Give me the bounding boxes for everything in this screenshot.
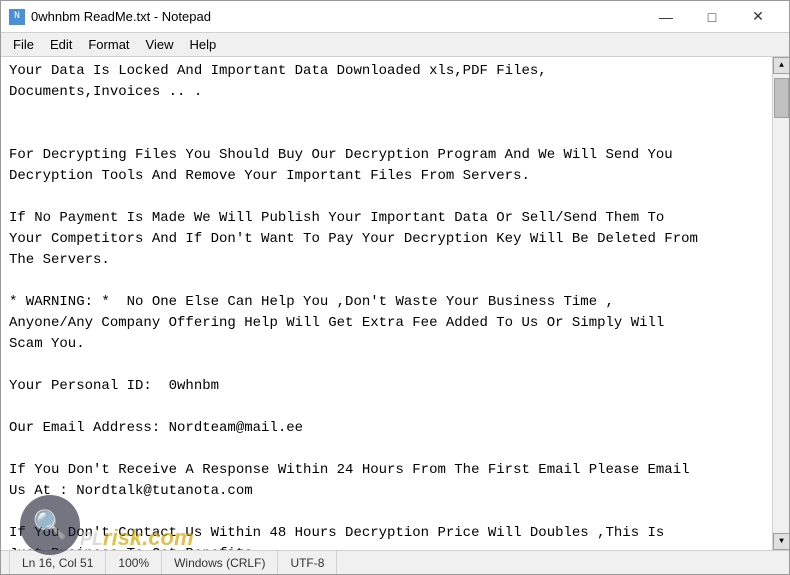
menu-format[interactable]: Format — [80, 35, 137, 54]
menu-edit[interactable]: Edit — [42, 35, 80, 54]
scroll-down-button[interactable]: ▼ — [773, 533, 789, 550]
status-bar: Ln 16, Col 51 100% Windows (CRLF) UTF-8 — [1, 550, 789, 574]
title-bar-left: N 0whnbm ReadMe.txt - Notepad — [9, 9, 211, 25]
notepad-window: N 0whnbm ReadMe.txt - Notepad — □ ✕ File… — [0, 0, 790, 575]
close-button[interactable]: ✕ — [735, 1, 781, 33]
title-bar-buttons: — □ ✕ — [643, 1, 781, 33]
window-title: 0whnbm ReadMe.txt - Notepad — [31, 9, 211, 24]
maximize-button[interactable]: □ — [689, 1, 735, 33]
menu-bar: File Edit Format View Help — [1, 33, 789, 57]
watermark-text: PLrisk.com — [80, 525, 194, 551]
content-area: ▲ ▼ — [1, 57, 789, 550]
scroll-track[interactable] — [773, 74, 789, 533]
encoding-status: UTF-8 — [278, 551, 337, 574]
minimize-button[interactable]: — — [643, 1, 689, 33]
line-ending-status: Windows (CRLF) — [162, 551, 278, 574]
text-editor[interactable] — [1, 57, 772, 550]
scrollbar[interactable]: ▲ ▼ — [772, 57, 789, 550]
menu-file[interactable]: File — [5, 35, 42, 54]
menu-help[interactable]: Help — [181, 35, 224, 54]
menu-view[interactable]: View — [138, 35, 182, 54]
line-col-status: Ln 16, Col 51 — [9, 551, 106, 574]
scroll-thumb[interactable] — [774, 78, 789, 118]
zoom-status: 100% — [106, 551, 162, 574]
notepad-icon: N — [9, 9, 25, 25]
scroll-up-button[interactable]: ▲ — [773, 57, 789, 74]
title-bar: N 0whnbm ReadMe.txt - Notepad — □ ✕ — [1, 1, 789, 33]
